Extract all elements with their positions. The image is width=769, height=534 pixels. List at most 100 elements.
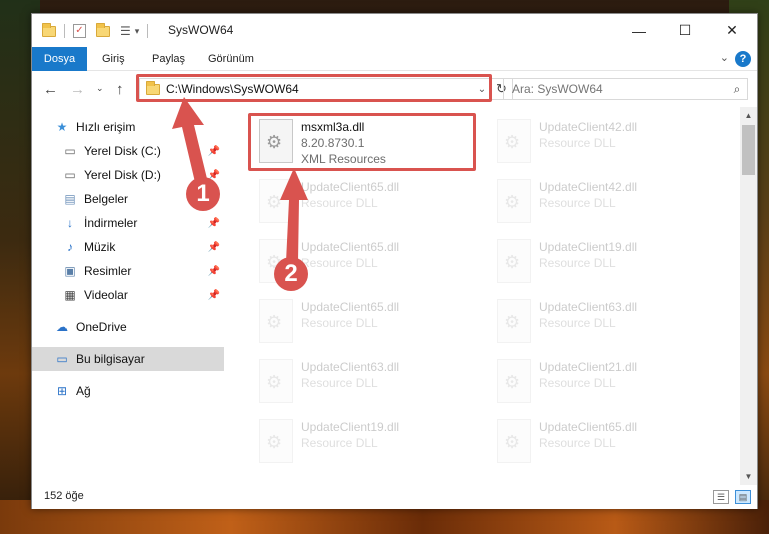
expand-ribbon-icon[interactable]: ⌄ [720, 51, 729, 64]
file-item[interactable]: UpdateClient65.dll Resource DLL [249, 175, 479, 231]
pictures-icon: ▣ [64, 264, 76, 278]
sidebar-item-downloads[interactable]: ↓ İndirmeler 📌 [32, 211, 224, 235]
file-name: UpdateClient19.dll [539, 240, 638, 254]
file-type: Resource DLL [539, 196, 616, 210]
navigation-bar: ← → ⌄ ↑ C:\Windows\SysWOW64 ⌄ ↻ ⌕ [32, 71, 757, 107]
drive-icon: ▭ [64, 168, 76, 182]
close-button[interactable]: ✕ [709, 14, 755, 47]
sidebar-item-videos[interactable]: ▦ Videolar 📌 [32, 283, 224, 307]
tab-giris[interactable]: Giriş [92, 47, 135, 71]
file-type: Resource DLL [301, 436, 378, 450]
folder-icon [42, 22, 56, 37]
minimize-button[interactable]: — [616, 14, 662, 47]
file-type: Resource DLL [539, 256, 616, 270]
forward-arrow-icon[interactable]: → [70, 81, 85, 98]
toolbar-separator [147, 24, 149, 38]
file-type: Resource DLL [539, 436, 616, 450]
file-item[interactable]: UpdateClient42.dll Resource DLL [487, 115, 717, 171]
dll-file-icon [497, 299, 531, 343]
vertical-scrollbar[interactable]: ▲ ▼ [740, 107, 757, 485]
dll-file-icon [497, 419, 531, 463]
quick-access-toolbar: ✓ ☰ ▾ [42, 22, 149, 39]
file-item[interactable]: UpdateClient42.dll Resource DLL [487, 175, 717, 231]
sidebar-item-label: OneDrive [76, 320, 127, 334]
file-type: XML Resources [301, 152, 386, 166]
sidebar-item-label: Ağ [76, 384, 91, 398]
file-item[interactable]: UpdateClient63.dll Resource DLL [487, 295, 717, 351]
sidebar-item-pictures[interactable]: ▣ Resimler 📌 [32, 259, 224, 283]
properties-icon[interactable]: ✓ [73, 24, 86, 38]
sidebar-item-quick-access[interactable]: ★ Hızlı erişim [32, 115, 224, 139]
tab-dosya[interactable]: Dosya [32, 47, 87, 71]
title-bar: ✓ ☰ ▾ SysWOW64 — ☐ ✕ [32, 14, 757, 47]
back-arrow-icon[interactable]: ← [43, 81, 58, 98]
pin-icon: 📌 [207, 289, 220, 301]
file-type: Resource DLL [539, 376, 616, 390]
file-item[interactable]: UpdateClient65.dll Resource DLL [249, 295, 479, 351]
pin-icon: 📌 [207, 145, 220, 157]
sidebar-item-music[interactable]: ♪ Müzik 📌 [32, 235, 224, 259]
tiles-view-icon[interactable]: ▤ [735, 490, 751, 504]
file-name: UpdateClient21.dll [539, 360, 638, 374]
file-item[interactable]: UpdateClient65.dll Resource DLL [487, 415, 717, 471]
file-name: UpdateClient65.dll [301, 180, 400, 194]
file-name: UpdateClient65.dll [301, 240, 400, 254]
drive-icon: ▭ [64, 144, 76, 158]
new-folder-icon[interactable] [96, 22, 110, 37]
customize-toolbar-icon[interactable]: ▾ [135, 26, 140, 37]
network-icon: ⊞ [56, 384, 68, 398]
file-name: msxml3a.dll [301, 120, 365, 134]
sidebar-item-label: Yerel Disk (C:) [84, 144, 161, 158]
search-box[interactable]: ⌕ [503, 78, 748, 100]
file-type: Resource DLL [301, 316, 378, 330]
sidebar-item-local-disk-c[interactable]: ▭ Yerel Disk (C:) 📌 [32, 139, 224, 163]
up-arrow-icon[interactable]: ↑ [116, 81, 124, 98]
view-options-icon[interactable]: ☰ [120, 24, 131, 38]
sidebar-item-network[interactable]: ⊞ Ağ [32, 379, 224, 403]
file-explorer-window: ✓ ☰ ▾ SysWOW64 — ☐ ✕ Dosya Giriş Paylaş … [31, 13, 758, 509]
pin-icon: 📌 [207, 241, 220, 253]
file-type: Resource DLL [301, 376, 378, 390]
sidebar-item-this-pc[interactable]: ▭ Bu bilgisayar [32, 347, 224, 371]
ribbon-tabs: Dosya Giriş Paylaş Görünüm ⌄ ? [32, 47, 757, 71]
scroll-down-icon[interactable]: ▼ [740, 468, 757, 485]
sidebar-item-label: Hızlı erişim [76, 120, 136, 134]
pin-icon: 📌 [207, 217, 220, 229]
file-item[interactable]: UpdateClient19.dll Resource DLL [249, 415, 479, 471]
sidebar-item-onedrive[interactable]: ☁ OneDrive [32, 315, 224, 339]
file-item[interactable]: UpdateClient63.dll Resource DLL [249, 355, 479, 411]
search-icon[interactable]: ⌕ [727, 82, 747, 97]
help-button[interactable]: ? [735, 51, 751, 67]
navigation-pane: ★ Hızlı erişim ▭ Yerel Disk (C:) 📌 ▭ Yer… [32, 107, 227, 485]
tab-paylas[interactable]: Paylaş [142, 47, 195, 71]
sidebar-item-label: Belgeler [84, 192, 129, 206]
file-item-msxml3a[interactable]: msxml3a.dll 8.20.8730.1 XML Resources [249, 115, 479, 171]
file-name: UpdateClient65.dll [539, 420, 638, 434]
file-item[interactable]: UpdateClient21.dll Resource DLL [487, 355, 717, 411]
dll-file-icon [259, 179, 293, 223]
address-dropdown-icon[interactable]: ⌄ [474, 84, 490, 95]
computer-icon: ▭ [56, 352, 68, 366]
sidebar-item-label: Bu bilgisayar [76, 352, 145, 366]
scrollbar-thumb[interactable] [742, 125, 755, 175]
step-badge-2: 2 [274, 257, 308, 291]
dll-file-icon [259, 419, 293, 463]
search-input[interactable] [512, 82, 727, 96]
file-name: UpdateClient19.dll [301, 420, 400, 434]
window-title: SysWOW64 [168, 23, 234, 37]
file-name: UpdateClient63.dll [539, 300, 638, 314]
dll-file-icon [497, 239, 531, 283]
address-bar[interactable]: C:\Windows\SysWOW64 ⌄ [139, 78, 491, 100]
toolbar-separator [64, 24, 65, 38]
sidebar-item-label: Yerel Disk (D:) [84, 168, 161, 182]
sidebar-item-label: Resimler [84, 264, 132, 278]
scroll-up-icon[interactable]: ▲ [740, 107, 757, 124]
details-view-icon[interactable]: ☰ [713, 490, 729, 504]
sidebar-item-label: Videolar [84, 288, 128, 302]
recent-locations-icon[interactable]: ⌄ [96, 83, 104, 94]
maximize-button[interactable]: ☐ [662, 14, 708, 47]
tab-gorunum[interactable]: Görünüm [198, 47, 264, 71]
file-item[interactable]: UpdateClient19.dll Resource DLL [487, 235, 717, 291]
address-path[interactable]: C:\Windows\SysWOW64 [166, 82, 474, 96]
download-icon: ↓ [67, 216, 73, 230]
